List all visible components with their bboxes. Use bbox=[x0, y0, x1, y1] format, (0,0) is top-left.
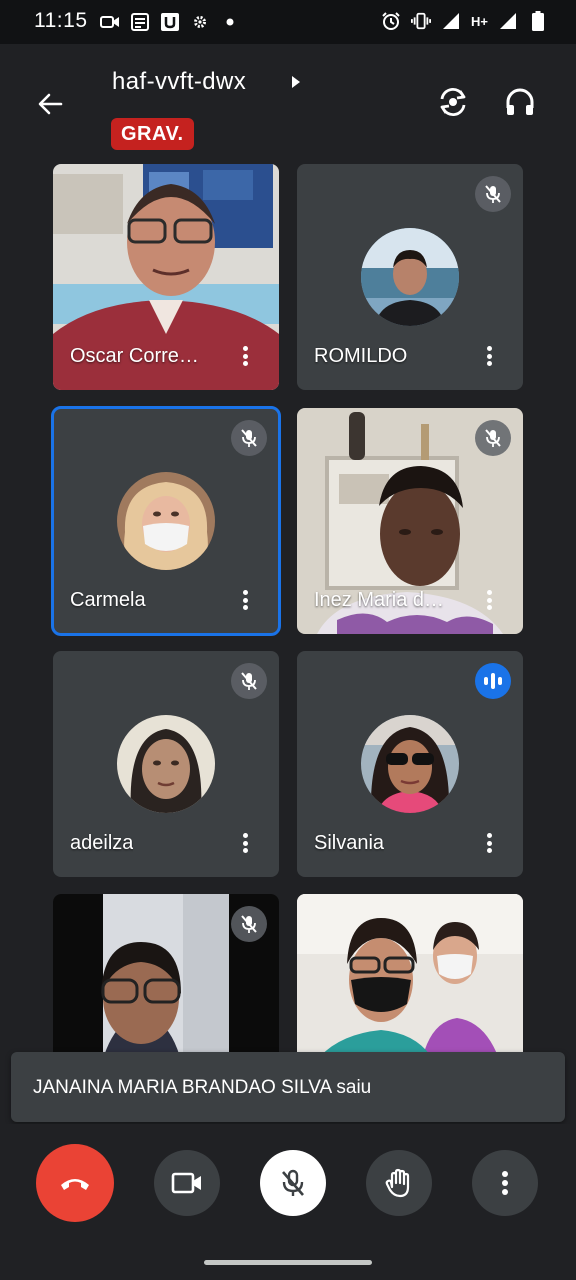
mic-off-icon bbox=[231, 420, 267, 456]
participant-tile[interactable]: ROMILDO bbox=[297, 164, 523, 390]
participant-tile[interactable]: Inez Maria d… bbox=[297, 408, 523, 634]
participant-tile[interactable]: adeilza bbox=[53, 651, 279, 877]
audio-output-button[interactable] bbox=[498, 80, 542, 124]
status-system-icons: H+ bbox=[381, 9, 548, 33]
participant-tile[interactable]: Silvania bbox=[297, 651, 523, 877]
more-options-icon[interactable] bbox=[235, 829, 255, 857]
meeting-header: haf-vvft-dwx GRAV. bbox=[0, 44, 576, 164]
more-options-button[interactable] bbox=[472, 1150, 538, 1216]
toast-message: JANAINA MARIA BRANDAO SILVA saiu bbox=[33, 1077, 372, 1098]
call-controls bbox=[0, 1124, 576, 1280]
u-app-icon bbox=[160, 12, 180, 32]
headphones-icon bbox=[506, 88, 534, 115]
more-options-icon[interactable] bbox=[479, 342, 499, 370]
avatar bbox=[361, 715, 459, 813]
participant-name: adeilza bbox=[70, 832, 134, 854]
video-camera-icon bbox=[100, 12, 120, 32]
mic-off-icon bbox=[282, 1169, 304, 1196]
participant-name: Carmela bbox=[70, 589, 146, 611]
raise-hand-button[interactable] bbox=[366, 1150, 432, 1216]
meeting-code[interactable]: haf-vvft-dwx bbox=[112, 68, 246, 96]
notification-dot-icon bbox=[220, 12, 240, 32]
signal-icon bbox=[441, 11, 461, 31]
caret-right-icon[interactable] bbox=[290, 75, 302, 89]
avatar bbox=[117, 715, 215, 813]
mic-off-icon bbox=[475, 420, 511, 456]
switch-camera-icon bbox=[440, 87, 466, 117]
home-indicator[interactable] bbox=[204, 1260, 372, 1265]
participant-name: Inez Maria d… bbox=[314, 589, 445, 611]
microphone-button[interactable] bbox=[260, 1150, 326, 1216]
participant-name: Oscar Corre… bbox=[70, 345, 199, 367]
camera-button[interactable] bbox=[154, 1150, 220, 1216]
participant-name: Silvania bbox=[314, 832, 385, 854]
back-button[interactable] bbox=[30, 84, 70, 124]
recording-badge: GRAV. bbox=[111, 118, 194, 150]
news-icon bbox=[130, 12, 150, 32]
participant-tile[interactable]: Oscar Corre… bbox=[53, 164, 279, 390]
status-bar: 11:15 H+ bbox=[0, 0, 576, 44]
participant-left-toast: JANAINA MARIA BRANDAO SILVA saiu bbox=[11, 1052, 565, 1122]
more-options-icon[interactable] bbox=[479, 586, 499, 614]
more-options-icon bbox=[502, 1171, 508, 1195]
battery-icon bbox=[528, 11, 548, 31]
vibrate-icon bbox=[411, 11, 432, 31]
status-time: 11:15 bbox=[34, 9, 88, 32]
end-call-button[interactable] bbox=[36, 1144, 114, 1222]
more-options-icon[interactable] bbox=[235, 586, 255, 614]
raise-hand-icon bbox=[385, 1168, 410, 1198]
participant-name: ROMILDO bbox=[314, 345, 408, 367]
avatar bbox=[117, 472, 215, 570]
more-options-icon[interactable] bbox=[235, 342, 255, 370]
back-arrow-icon bbox=[38, 93, 63, 115]
camera-icon bbox=[171, 1172, 201, 1194]
network-type: H+ bbox=[471, 13, 488, 29]
participant-tile[interactable]: Carmela bbox=[51, 406, 281, 636]
avatar bbox=[361, 228, 459, 326]
mic-off-icon bbox=[231, 663, 267, 699]
speaking-indicator-icon bbox=[475, 663, 511, 699]
signal-icon bbox=[498, 11, 518, 31]
more-options-icon[interactable] bbox=[479, 829, 499, 857]
mic-off-icon bbox=[475, 176, 511, 212]
end-call-icon bbox=[61, 1179, 89, 1190]
switch-camera-button[interactable] bbox=[431, 80, 475, 124]
mic-off-icon bbox=[231, 906, 267, 942]
alarm-icon bbox=[381, 11, 401, 31]
settings-gear-icon bbox=[190, 12, 210, 32]
status-notification-icons bbox=[100, 10, 240, 34]
